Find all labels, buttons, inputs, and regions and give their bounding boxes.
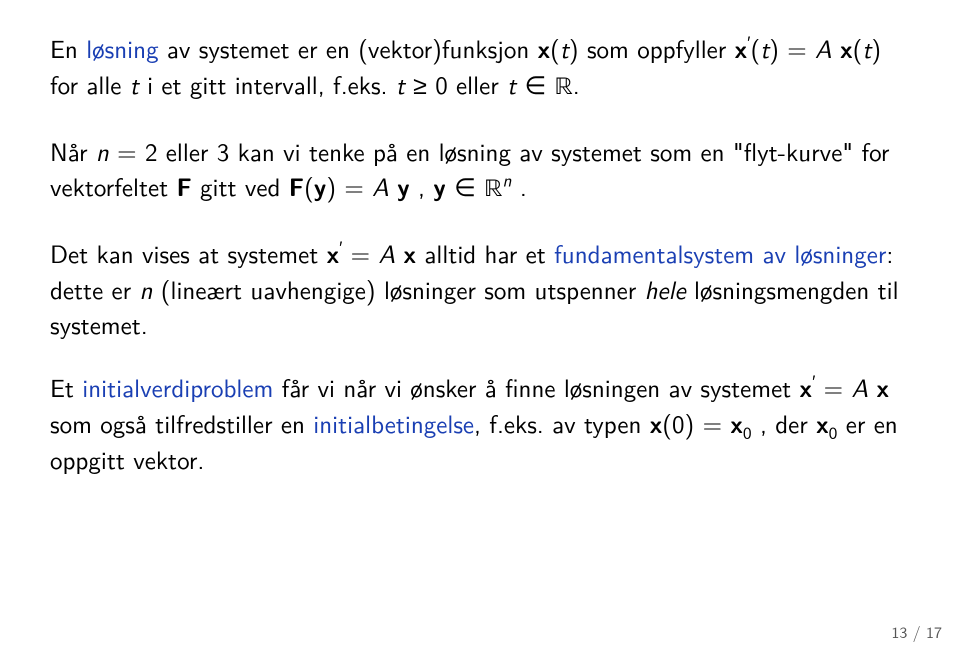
var-t: t [862,29,871,66]
text: Et [50,368,82,405]
text: alltid har et [416,234,554,271]
var-t: t [560,29,569,66]
vec-y: y [397,169,410,204]
exp-n: n [502,168,511,193]
vec-x: x [650,406,663,441]
text: ( [750,29,760,66]
text: ) = [326,167,372,204]
text: ) som oppfyller [569,29,735,66]
var-t: t [396,65,405,102]
text: ( [550,29,560,66]
vectorfield-F: F [289,169,304,204]
matrix-A: A [372,167,389,204]
vec-x: x [816,406,829,441]
text: Det kan vises at systemet [50,234,327,271]
vec-x: x [403,236,416,271]
sub-0: 0 [743,420,752,445]
text: får vi når vi ønsker å finne løsningen a… [273,368,799,405]
text: Når [50,132,96,169]
space [832,29,840,66]
vectorfield-F: F [176,169,191,204]
text: = [815,368,851,405]
space [389,167,397,204]
text: som også tilfredstiller en [50,404,313,441]
paragraph-2: Når n = 2 eller 3 kan vi tenke på en løs… [50,133,910,207]
matrix-A: A [815,29,832,66]
text: ∈ [516,65,554,102]
var-t: t [130,65,139,102]
paragraph-1: En løsning av systemet er en (vektor)fun… [50,30,910,105]
var-n: n [139,270,152,307]
text: av systemet er en (vektor)funksjon [159,29,538,66]
text: (0) = [662,404,730,441]
vec-y: y [433,169,446,204]
emph-hele: hele [645,270,686,307]
text: ) = [769,29,815,66]
text: ( [853,29,863,66]
page-number: 13 / 17 [891,620,942,643]
text: . [512,167,527,204]
vec-y: y [314,169,327,204]
vec-x: x [538,31,551,66]
text: . [573,65,580,102]
text: ( [304,167,314,204]
text: ∈ [446,167,484,204]
text: , [410,167,434,204]
set-R: ℝ [555,75,573,100]
vec-x: x [840,31,853,66]
text: gitt ved [192,167,289,204]
term-solution: løsning [86,29,158,66]
text: , der [752,404,817,441]
term-initial-condition: initialbetingelse [313,404,474,441]
paragraph-4: Et initialverdiproblem får vi når vi øns… [50,369,910,476]
slide-content: En løsning av systemet er en (vektor)fun… [0,0,960,653]
text: = [342,234,378,271]
text: ≥ 0 eller [405,65,507,102]
vec-x: x [800,370,813,405]
var-t: t [507,65,516,102]
vec-x: x [735,31,748,66]
var-t: t [760,29,769,66]
term-initial-value-problem: initialverdiproblem [82,368,273,405]
matrix-A: A [378,234,395,271]
set-R: ℝ [484,177,502,202]
term-fundamental-system: fundamentalsystem av løsninger [554,234,886,271]
text: , f.eks. av typen [474,404,650,441]
text: (lineært uavhengige) løsninger som utspe… [152,270,644,307]
vec-x: x [730,406,743,441]
text: En [50,29,86,66]
var-n: n [96,132,109,169]
text: i et gitt intervall, f.eks. [139,65,396,102]
vec-x: x [876,370,889,405]
matrix-A: A [851,368,868,405]
paragraph-3: Det kan vises at systemet x′ = A x allti… [50,235,910,341]
vec-x: x [327,236,340,271]
